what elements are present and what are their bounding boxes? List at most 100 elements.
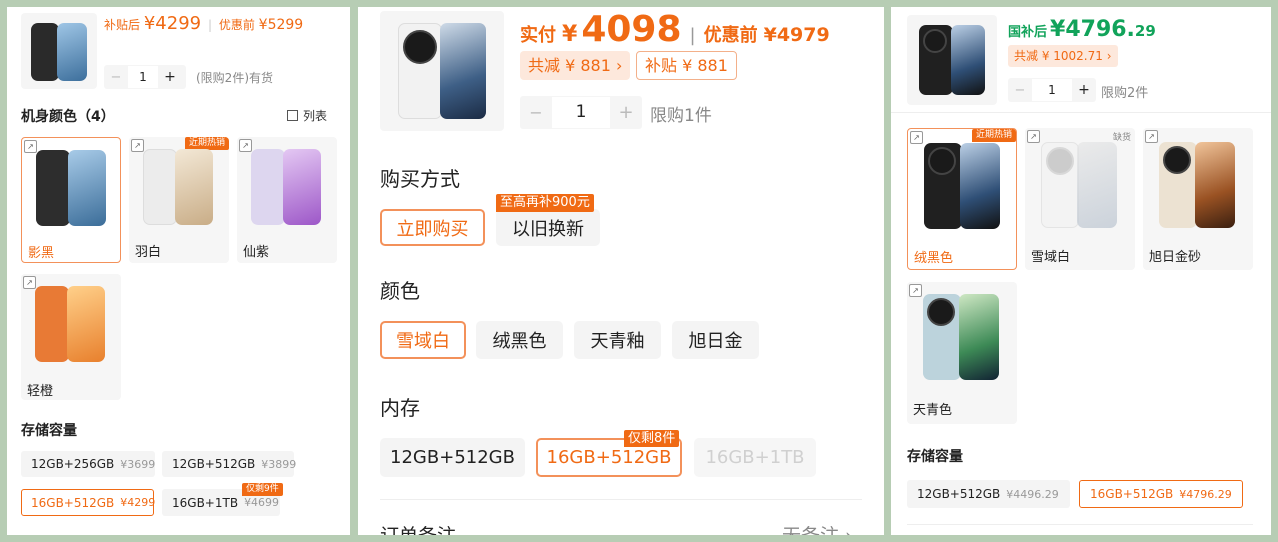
storage-price: ¥3699	[120, 457, 156, 471]
camera-module	[1046, 147, 1074, 175]
color-label: 影黑	[28, 246, 55, 261]
storage-label: 12GB+512GB	[917, 487, 1001, 501]
expand-icon: ↗	[23, 276, 36, 289]
color-option-sky-blue[interactable]: 天青釉	[574, 321, 661, 359]
storage-section-title: 存储容量	[907, 449, 963, 465]
expand-icon: ↗	[24, 140, 37, 153]
color-tile-velvet-black[interactable]: ↗ 近期热销 绒黑色	[907, 128, 1017, 270]
color-label: 羽白	[135, 245, 162, 260]
phone-image-screen	[175, 149, 213, 225]
color-tile-purple[interactable]: ↗ 仙紫	[237, 137, 337, 263]
discount-total-badge[interactable]: 共减 ¥ 881 ›	[520, 51, 631, 80]
quantity-input[interactable]: 1	[1032, 79, 1072, 101]
currency-symbol: ¥	[562, 22, 578, 47]
phone-image	[36, 150, 70, 226]
price-decimal: 29	[1134, 22, 1156, 40]
divider	[380, 499, 862, 500]
phone-image-screen	[960, 143, 1000, 229]
price-prefix: 实付	[520, 25, 556, 46]
phone-image	[251, 149, 285, 225]
memory-option-12-512[interactable]: 12GB+512GB	[380, 438, 525, 477]
phone-image-screen	[283, 149, 321, 225]
expand-icon: ↗	[131, 139, 144, 152]
decrease-button[interactable]: −	[104, 70, 128, 85]
storage-price: ¥3899	[261, 457, 297, 471]
phone-image	[35, 286, 69, 362]
storage-option-16-512[interactable]: 16GB+512GB ¥4299	[21, 489, 156, 516]
original-price: ¥5299	[258, 17, 304, 33]
color-tile-sunrise-gold[interactable]: ↗ 旭日金砂	[1143, 128, 1253, 270]
divider	[891, 112, 1271, 113]
product-panel-1: 补贴后 ¥4299 | 优惠前 ¥5299 − 1 + (限购2件)有货 机身颜…	[7, 7, 350, 535]
color-section-title: 颜色	[380, 279, 420, 303]
color-label: 旭日金砂	[1149, 250, 1202, 265]
storage-label: 16GB+1TB	[172, 495, 239, 510]
color-tile-white[interactable]: ↗ 近期热销 羽白	[129, 137, 229, 263]
storage-option-12-512[interactable]: 12GB+512GB ¥3899	[162, 451, 297, 477]
limit-text: (限购2件)有货	[196, 71, 273, 85]
discount-total-badge[interactable]: 共减 ¥ 1002.71 ›	[1008, 45, 1118, 67]
out-of-stock-badge: 缺货	[1112, 133, 1131, 143]
color-label: 轻橙	[27, 384, 54, 399]
color-tile-sky-blue[interactable]: ↗ 天青色	[907, 282, 1017, 424]
phone-image	[923, 294, 961, 380]
increase-button[interactable]: +	[158, 69, 182, 85]
color-option-velvet-black[interactable]: 绒黑色	[476, 321, 563, 359]
storage-option-16-512[interactable]: 16GB+512GB ¥4796.29	[1079, 480, 1243, 508]
list-view-toggle[interactable]: 列表	[287, 107, 327, 124]
decrease-button[interactable]: −	[520, 103, 552, 122]
phone-screen-image	[951, 25, 985, 95]
national-subsidy-price: ¥4796.	[1050, 17, 1135, 42]
trade-in-option[interactable]: 以旧换新	[496, 209, 600, 246]
trade-in-bonus-badge: 至高再补900元	[496, 194, 594, 212]
buy-now-option[interactable]: 立即购买	[380, 209, 485, 246]
increase-button[interactable]: +	[610, 102, 642, 123]
camera-module	[927, 298, 955, 326]
camera-module	[1163, 146, 1191, 174]
phone-image-screen	[959, 294, 999, 380]
quantity-input[interactable]: 1	[552, 97, 610, 128]
color-tile-black[interactable]: ↗ 影黑	[21, 137, 121, 263]
storage-option-12-512[interactable]: 12GB+512GB ¥4496.29	[907, 480, 1070, 508]
decrease-button[interactable]: −	[1008, 83, 1032, 98]
price-prefix: 补贴后	[104, 18, 141, 32]
price-row: 实付 ¥ 4098 | 优惠前 ¥4979	[520, 9, 830, 50]
increase-button[interactable]: +	[1072, 82, 1096, 98]
storage-option-12-256[interactable]: 12GB+256GB ¥3699	[21, 451, 155, 477]
stock-left-badge: 仅剩8件	[624, 430, 680, 447]
limit-text: 限购2件	[1101, 86, 1149, 101]
product-thumbnail	[380, 11, 504, 131]
memory-section-title: 内存	[380, 396, 420, 420]
phone-back-image	[919, 25, 953, 95]
color-label: 雪域白	[1031, 250, 1071, 265]
storage-price: ¥4299	[120, 496, 156, 509]
original-prefix: 优惠前	[703, 25, 758, 46]
original-prefix: 优惠前	[218, 18, 255, 32]
storage-price: ¥4496.29	[1006, 487, 1059, 501]
color-option-snow-white[interactable]: 雪域白	[380, 321, 466, 359]
quantity-stepper: − 1 +	[520, 96, 642, 129]
storage-label: 12GB+256GB	[31, 457, 115, 471]
phone-image	[143, 149, 177, 225]
phone-image-screen	[1195, 142, 1235, 228]
color-tile-snow-white[interactable]: ↗ 缺货 雪域白	[1025, 128, 1135, 270]
product-thumbnail	[907, 15, 997, 105]
storage-label: 16GB+512GB	[1090, 487, 1174, 501]
storage-section-title: 存储容量	[21, 423, 77, 439]
storage-price: ¥4796.29	[1179, 487, 1232, 501]
price-row: 补贴后 ¥4299 | 优惠前 ¥5299	[104, 13, 303, 34]
product-panel-3: 国补后 ¥4796. 29 共减 ¥ 1002.71 › − 1 + 限购2件 …	[891, 7, 1271, 535]
order-note-value[interactable]: 无备注 ›	[782, 521, 853, 535]
storage-label: 12GB+512GB	[172, 457, 256, 471]
quantity-input[interactable]: 1	[128, 66, 158, 88]
color-label: 绒黑色	[914, 251, 954, 266]
subsidy-badge: 补贴 ¥ 881	[636, 51, 737, 80]
price-divider: |	[207, 18, 212, 32]
color-tile-orange[interactable]: ↗ 轻橙	[21, 274, 121, 400]
expand-icon: ↗	[910, 131, 923, 144]
storage-label: 16GB+512GB	[31, 495, 115, 510]
camera-module	[928, 147, 956, 175]
color-option-sunrise-gold[interactable]: 旭日金	[672, 321, 759, 359]
color-section-title: 机身颜色（4）	[21, 109, 115, 125]
phone-screen-image	[57, 23, 87, 81]
